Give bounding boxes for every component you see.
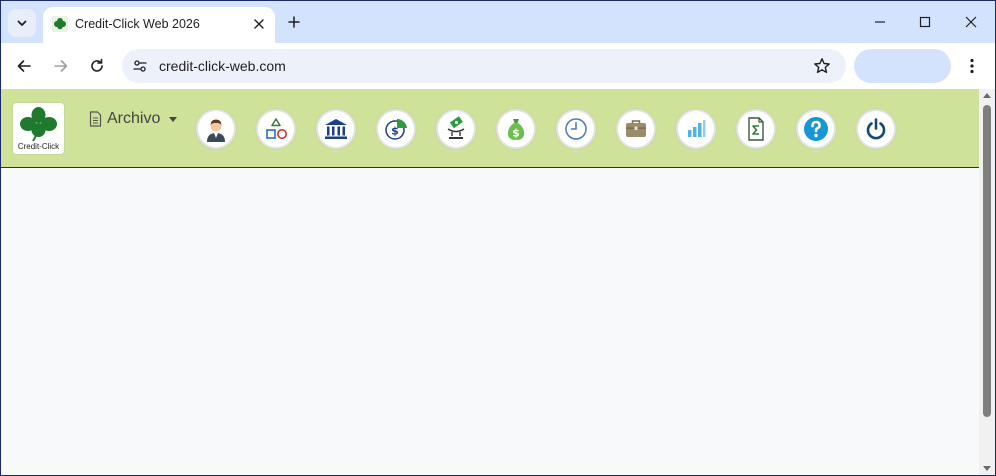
url-text: credit-click-web.com [159,58,286,74]
document-icon [89,111,102,127]
tab-close-button[interactable] [250,15,268,33]
chevron-down-icon [17,20,27,26]
clover-logo-icon [20,107,57,142]
money-bag-button[interactable]: $ [496,109,536,149]
scroll-up-arrow-icon[interactable] [983,93,991,98]
power-icon [866,118,886,140]
archivo-label: Archivo [107,110,161,127]
svg-text:$: $ [512,127,520,140]
tab-credit-click[interactable]: Credit-Click Web 2026 [43,7,275,43]
logo-text: Credit-Click [17,142,60,151]
minimize-icon [875,21,885,23]
app-header: Credit-Click Archivo $ $ [1,89,979,168]
close-icon [254,19,264,29]
dollar-chart-icon: $ [385,118,407,140]
svg-text:$: $ [391,125,399,138]
money-transfer-button[interactable] [436,109,476,149]
clock-button[interactable] [556,109,596,149]
bar-chart-icon [688,120,706,137]
shapes-icon [266,118,287,139]
briefcase-button[interactable] [616,109,656,149]
arrow-left-icon [17,60,31,72]
help-button[interactable] [796,109,836,149]
reload-icon [91,58,103,72]
bar-chart-button[interactable] [676,109,716,149]
power-button[interactable] [856,109,896,149]
credit-click-logo[interactable]: Credit-Click [13,103,64,154]
clover-favicon-icon [52,16,68,32]
close-icon [965,16,977,28]
tab-title: Credit-Click Web 2026 [75,17,200,31]
more-vert-icon [970,58,974,74]
browser-menu-button[interactable] [961,52,983,80]
address-bar[interactable]: credit-click-web.com [122,49,846,83]
bank-button[interactable] [316,109,356,149]
sum-document-icon [748,117,764,141]
maximize-icon [919,16,931,28]
money-bag-icon: $ [507,119,525,140]
clock-icon [565,118,587,140]
reload-button[interactable] [83,52,111,80]
help-icon [804,117,828,141]
page-content: Credit-Click Archivo $ $ [1,89,979,475]
new-tab-button[interactable] [283,11,305,33]
sum-document-button[interactable] [736,109,776,149]
back-button[interactable] [10,52,38,80]
close-window-button[interactable] [956,9,986,35]
browser-toolbar: credit-click-web.com [1,43,995,89]
bookmark-button[interactable] [812,56,832,76]
money-transfer-icon [447,116,465,139]
briefcase-icon [626,120,646,137]
plus-icon [288,16,300,28]
archivo-menu[interactable]: Archivo [89,109,178,129]
scroll-thumb[interactable] [983,105,991,417]
tab-strip: Credit-Click Web 2026 [1,1,995,43]
tune-icon [133,60,147,72]
user-button[interactable] [196,109,236,149]
site-info-button[interactable] [130,56,150,76]
maximize-button[interactable] [910,9,940,35]
user-icon [207,119,225,142]
page-scrollbar[interactable] [979,89,995,475]
dollar-chart-button[interactable]: $ [376,109,416,149]
shapes-button[interactable] [256,109,296,149]
star-icon [814,58,830,74]
minimize-button[interactable] [865,9,895,35]
browser-window: Credit-Click Web 2026 credit-click-web.c… [1,1,995,475]
tab-search-button[interactable] [8,9,36,37]
arrow-right-icon [54,60,68,72]
caret-down-icon [169,116,178,122]
profile-button[interactable] [854,49,951,83]
bank-icon [325,119,347,139]
scroll-down-arrow-icon[interactable] [983,466,991,471]
forward-button[interactable] [47,52,75,80]
